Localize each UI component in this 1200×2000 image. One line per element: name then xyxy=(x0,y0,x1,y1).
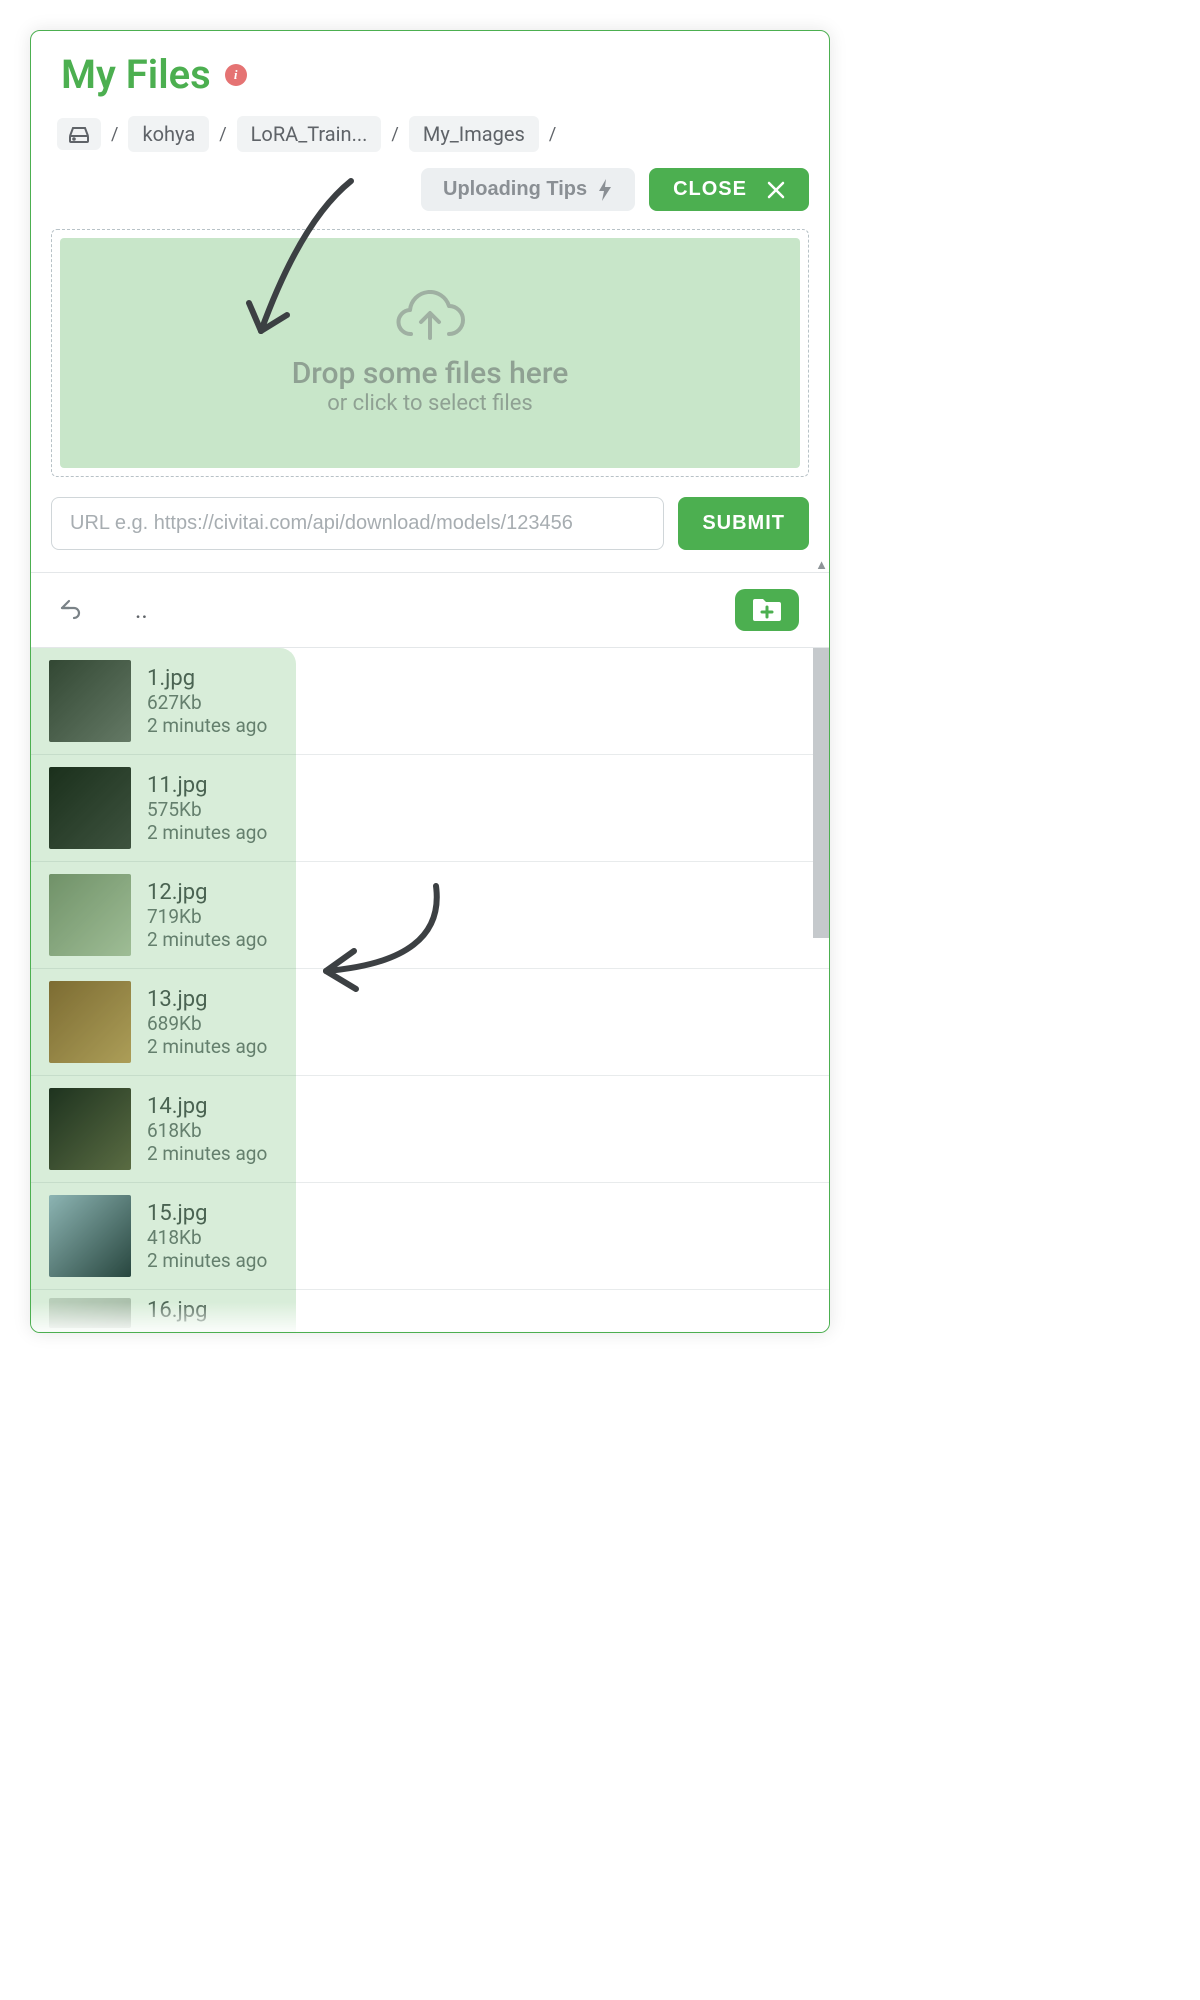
files-area: 1.jpg 627Kb 2 minutes ago 11.jpg 575Kb 2… xyxy=(31,648,829,1332)
lightning-icon xyxy=(597,179,613,201)
drive-icon xyxy=(67,124,91,144)
file-name: 14.jpg xyxy=(147,1094,267,1119)
dropzone-main-text: Drop some files here xyxy=(292,356,569,391)
file-time: 2 minutes ago xyxy=(147,1035,267,1058)
file-thumbnail xyxy=(49,1195,131,1277)
file-size: 627Kb xyxy=(147,691,267,714)
file-size: 575Kb xyxy=(147,798,267,821)
back-arrow-icon xyxy=(57,595,83,621)
new-folder-button[interactable] xyxy=(735,589,799,631)
breadcrumb-separator: / xyxy=(111,124,118,145)
file-time: 2 minutes ago xyxy=(147,821,267,844)
breadcrumb-item-kohya[interactable]: kohya xyxy=(128,116,209,152)
file-name: 12.jpg xyxy=(147,880,267,905)
close-button[interactable]: CLOSE xyxy=(649,168,809,211)
close-label: CLOSE xyxy=(673,178,747,201)
breadcrumb-home[interactable] xyxy=(57,118,101,150)
back-button[interactable] xyxy=(57,595,83,625)
file-row[interactable]: 15.jpg 418Kb 2 minutes ago xyxy=(31,1183,829,1290)
scroll-up-arrow-icon[interactable]: ▲ xyxy=(815,557,828,573)
uploading-tips-label: Uploading Tips xyxy=(443,178,587,201)
file-size: 418Kb xyxy=(147,1226,267,1249)
file-info: 1.jpg 627Kb 2 minutes ago xyxy=(147,666,267,737)
breadcrumb: / kohya / LoRA_Train... / My_Images / xyxy=(51,116,809,152)
info-icon[interactable]: i xyxy=(225,64,247,86)
url-input[interactable] xyxy=(51,497,664,550)
file-manager-panel: My Files i / kohya / LoRA_Train... / My_… xyxy=(30,30,830,1333)
browser-toolbar: .. xyxy=(31,573,829,648)
file-row[interactable]: 1.jpg 627Kb 2 minutes ago xyxy=(31,648,829,755)
header: My Files i xyxy=(51,51,809,98)
url-row: SUBMIT xyxy=(51,497,809,550)
file-thumbnail xyxy=(49,660,131,742)
file-time: 2 minutes ago xyxy=(147,1142,267,1165)
page-title: My Files xyxy=(61,51,211,98)
file-info: 12.jpg 719Kb 2 minutes ago xyxy=(147,880,267,951)
file-row[interactable]: 14.jpg 618Kb 2 minutes ago xyxy=(31,1076,829,1183)
file-time: 2 minutes ago xyxy=(147,714,267,737)
file-list: 1.jpg 627Kb 2 minutes ago 11.jpg 575Kb 2… xyxy=(31,648,829,1332)
file-time: 2 minutes ago xyxy=(147,928,267,951)
file-name: 11.jpg xyxy=(147,773,267,798)
folder-plus-icon xyxy=(751,597,783,623)
uploading-tips-button[interactable]: Uploading Tips xyxy=(421,168,635,211)
breadcrumb-item-myimages[interactable]: My_Images xyxy=(409,116,539,152)
file-time: 2 minutes ago xyxy=(147,1249,267,1272)
scrollbar-thumb[interactable] xyxy=(813,648,829,938)
file-size: 689Kb xyxy=(147,1012,267,1035)
file-row[interactable]: 16.jpg xyxy=(31,1290,829,1332)
file-info: 15.jpg 418Kb 2 minutes ago xyxy=(147,1201,267,1272)
file-info: 16.jpg xyxy=(147,1298,208,1323)
submit-button[interactable]: SUBMIT xyxy=(678,497,809,550)
file-thumbnail xyxy=(49,1298,131,1328)
file-size: 719Kb xyxy=(147,905,267,928)
file-name: 16.jpg xyxy=(147,1298,208,1323)
breadcrumb-separator: / xyxy=(219,124,226,145)
parent-directory[interactable]: .. xyxy=(135,596,148,624)
file-info: 11.jpg 575Kb 2 minutes ago xyxy=(147,773,267,844)
file-info: 14.jpg 618Kb 2 minutes ago xyxy=(147,1094,267,1165)
file-name: 15.jpg xyxy=(147,1201,267,1226)
breadcrumb-separator: / xyxy=(549,124,556,145)
dropzone[interactable]: Drop some files here or click to select … xyxy=(60,238,800,468)
upload-cloud-icon xyxy=(391,290,469,350)
file-row[interactable]: 12.jpg 719Kb 2 minutes ago xyxy=(31,862,829,969)
file-name: 1.jpg xyxy=(147,666,267,691)
actions-row: Uploading Tips CLOSE xyxy=(51,168,809,211)
file-thumbnail xyxy=(49,874,131,956)
file-row[interactable]: 11.jpg 575Kb 2 minutes ago xyxy=(31,755,829,862)
breadcrumb-separator: / xyxy=(391,124,398,145)
breadcrumb-item-lora[interactable]: LoRA_Train... xyxy=(237,116,382,152)
file-row[interactable]: 13.jpg 689Kb 2 minutes ago xyxy=(31,969,829,1076)
file-name: 13.jpg xyxy=(147,987,267,1012)
close-icon xyxy=(767,181,785,199)
file-size: 618Kb xyxy=(147,1119,267,1142)
file-thumbnail xyxy=(49,1088,131,1170)
file-thumbnail xyxy=(49,767,131,849)
file-thumbnail xyxy=(49,981,131,1063)
file-info: 13.jpg 689Kb 2 minutes ago xyxy=(147,987,267,1058)
file-browser: ▲ .. xyxy=(31,572,829,1332)
dropzone-container: Drop some files here or click to select … xyxy=(51,229,809,477)
dropzone-sub-text: or click to select files xyxy=(327,391,533,416)
